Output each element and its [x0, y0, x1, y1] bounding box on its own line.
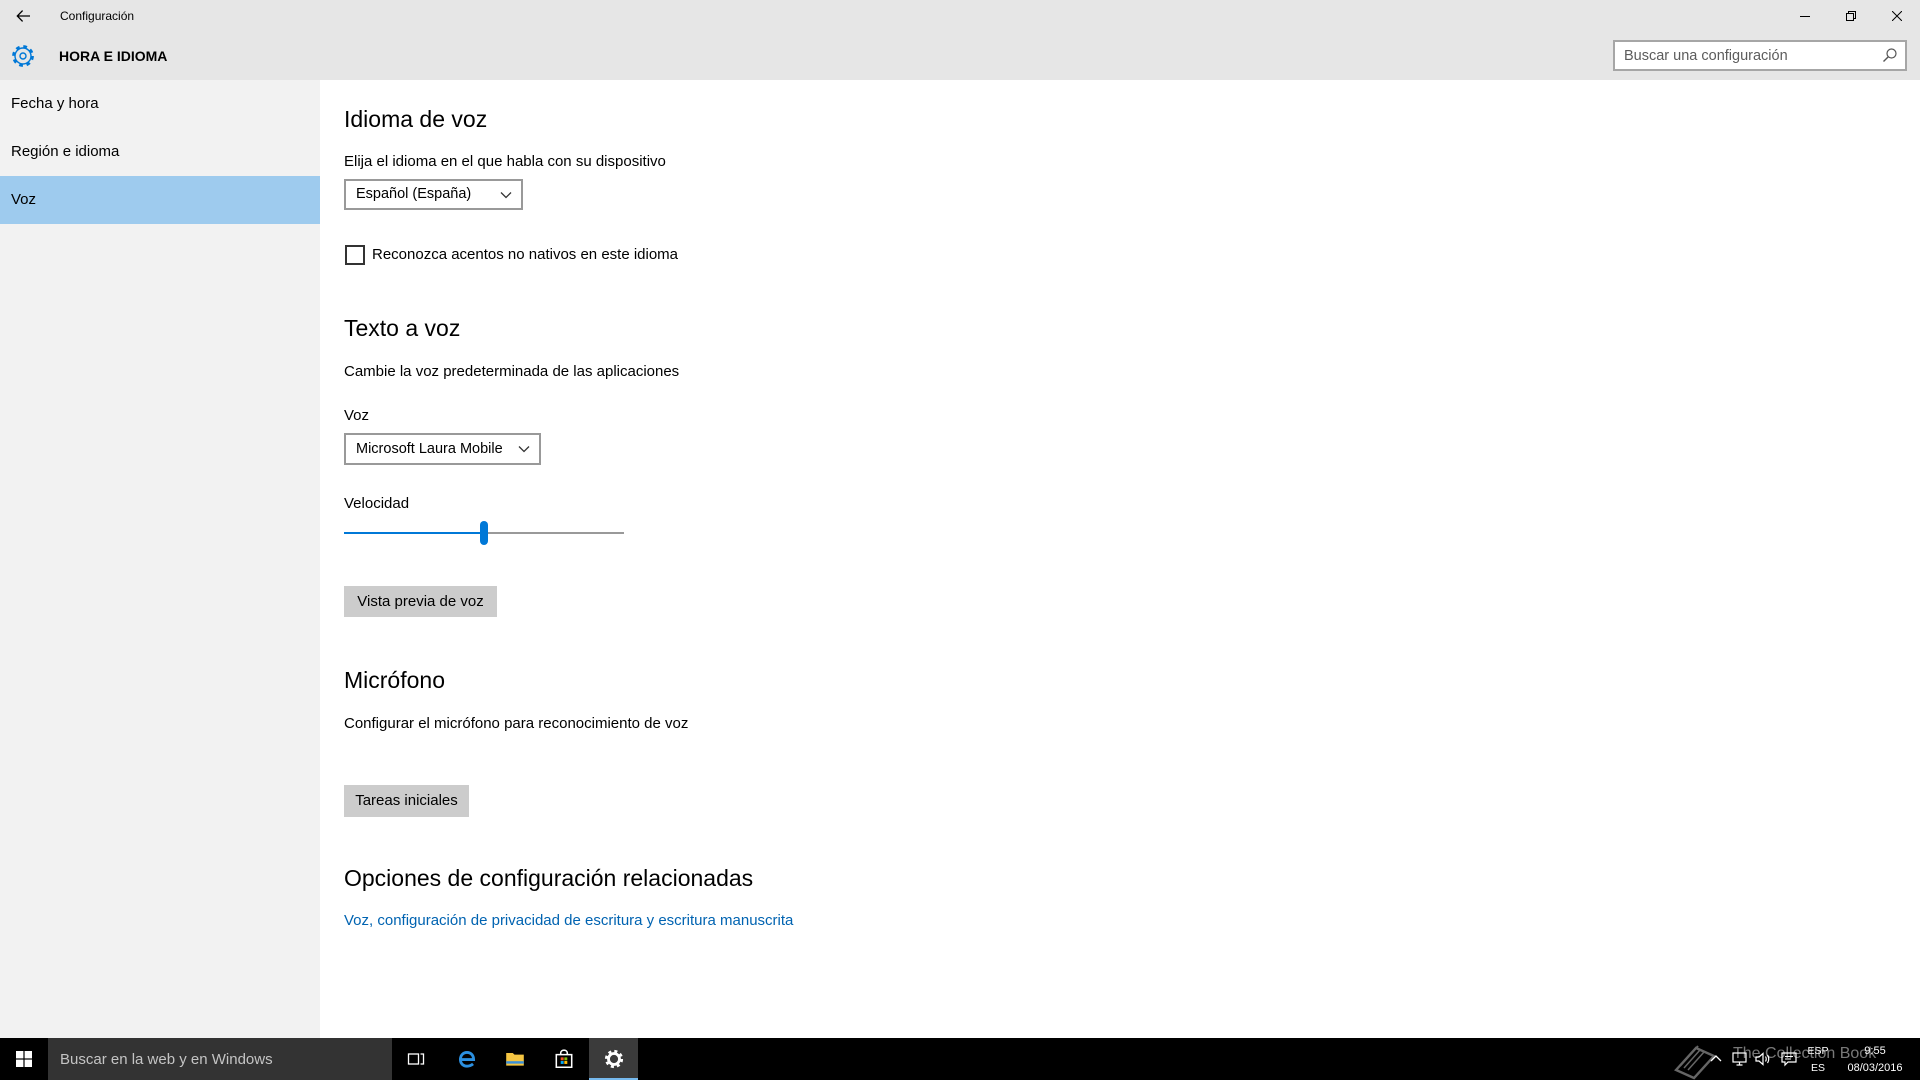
minimize-button[interactable]: [1782, 0, 1828, 32]
edge-icon: [458, 1050, 476, 1068]
input-language: ESP: [1807, 1045, 1829, 1057]
volume-icon[interactable]: [1753, 1049, 1773, 1069]
restore-button[interactable]: [1828, 0, 1874, 32]
microphone-description: Configurar el micrófono para reconocimie…: [344, 715, 689, 732]
task-view-icon: [407, 1053, 425, 1065]
file-explorer-icon: [506, 1052, 524, 1066]
main-content: Idioma de voz Elija el idioma en el que …: [320, 80, 1920, 1038]
restore-icon: [1846, 11, 1856, 21]
section-heading: Texto a voz: [344, 315, 461, 341]
search-input[interactable]: [1615, 42, 1877, 69]
privacy-settings-link[interactable]: Voz, configuración de privacidad de escr…: [344, 911, 793, 931]
voice-label: Voz: [344, 407, 370, 424]
app-title: Configuración: [60, 9, 135, 23]
sidebar-item-date-time[interactable]: Fecha y hora: [0, 80, 320, 128]
preview-voice-button[interactable]: Vista previa de voz: [344, 586, 497, 617]
settings-search-box[interactable]: [1613, 40, 1907, 71]
speed-slider[interactable]: [344, 521, 624, 545]
close-button[interactable]: [1874, 0, 1920, 32]
sidebar-item-region-language[interactable]: Región e idioma: [0, 128, 320, 176]
network-icon[interactable]: [1730, 1049, 1750, 1069]
speed-label: Velocidad: [344, 495, 410, 512]
speech-language-prompt: Elija el idioma en el que habla con su d…: [344, 153, 666, 170]
get-started-button[interactable]: Tareas iniciales: [344, 785, 469, 817]
sidebar-item-speech[interactable]: Voz: [0, 176, 320, 224]
clock-date: 08/03/2016: [1847, 1062, 1903, 1074]
checkbox-label: Reconozca acentos no nativos en este idi…: [372, 246, 679, 263]
sidebar-item-label: Voz: [11, 191, 37, 208]
minimize-icon: [1800, 16, 1810, 17]
dropdown-value: Microsoft Laura Mobile: [356, 441, 503, 457]
back-button[interactable]: [0, 0, 46, 32]
page-title: HORA E IDIOMA: [59, 48, 168, 64]
edge-button[interactable]: [443, 1038, 491, 1080]
clock-time: 9:55: [1864, 1045, 1886, 1057]
back-arrow-icon: [16, 10, 30, 22]
voice-dropdown[interactable]: Microsoft Laura Mobile: [344, 433, 541, 465]
taskbar-search-box[interactable]: [48, 1038, 392, 1080]
keyboard-layout: ES: [1810, 1062, 1825, 1074]
action-center-icon[interactable]: [1779, 1049, 1799, 1069]
non-native-accents-checkbox[interactable]: [345, 245, 365, 265]
start-button[interactable]: [0, 1038, 48, 1080]
file-explorer-button[interactable]: [491, 1038, 539, 1080]
store-icon: [555, 1049, 573, 1069]
task-view-button[interactable]: [392, 1038, 440, 1080]
taskbar: The Collection Book ESP ES 9:55 08/03/20…: [0, 1038, 1920, 1080]
slider-thumb[interactable]: [480, 521, 488, 545]
text-to-speech-description: Cambie la voz predeterminada de las apli…: [344, 363, 680, 380]
sidebar: Fecha y hora Región e idioma Voz: [0, 80, 320, 1038]
sidebar-item-label: Fecha y hora: [11, 95, 99, 112]
settings-app-button[interactable]: [589, 1038, 638, 1080]
chevron-down-icon: [500, 192, 512, 199]
taskbar-search-input[interactable]: [48, 1038, 392, 1080]
chevron-up-icon[interactable]: [1706, 1049, 1726, 1069]
search-icon[interactable]: [1882, 47, 1898, 63]
dropdown-value: Español (España): [356, 186, 472, 202]
speech-language-dropdown[interactable]: Español (España): [344, 179, 523, 210]
section-heading: Opciones de configuración relacionadas: [344, 865, 754, 891]
windows-logo-icon: [16, 1051, 32, 1067]
close-icon: [1892, 11, 1902, 21]
slider-fill: [344, 532, 484, 534]
gear-icon: [12, 45, 34, 67]
section-heading: Idioma de voz: [344, 106, 488, 132]
window-header: Configuración HORA E IDIOMA: [0, 0, 1920, 80]
store-button[interactable]: [540, 1038, 588, 1080]
section-heading: Micrófono: [344, 667, 445, 693]
sidebar-item-label: Región e idioma: [11, 143, 120, 160]
chevron-down-icon: [518, 446, 530, 453]
settings-gear-icon: [604, 1049, 623, 1069]
